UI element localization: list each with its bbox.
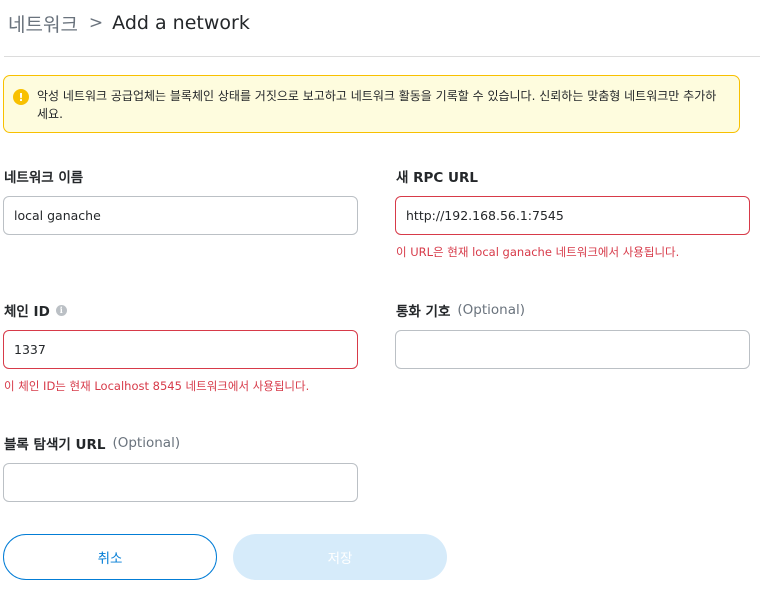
chain-id-label-text: 체인 ID [4,304,50,320]
chain-id-value: 1337 [14,342,46,357]
page-title: Add a network [112,12,250,34]
save-button-label: 저장 [327,551,353,567]
cancel-button-label: 취소 [97,551,123,567]
cancel-button[interactable]: 취소 [3,534,217,580]
optional-tag: (Optional) [112,435,181,451]
chain-id-input[interactable]: 1337 [3,330,358,369]
network-name-input[interactable]: local ganache [3,196,358,235]
rpc-url-error: 이 URL은 현재 local ganache 네트워크에서 사용됩니다. [396,245,680,259]
currency-symbol-input[interactable] [395,330,750,369]
network-name-label: 네트워크 이름 [4,166,83,186]
rpc-url-label: 새 RPC URL [396,166,478,186]
currency-symbol-label-text: 통화 기호 [396,304,451,320]
block-explorer-input[interactable] [3,463,358,502]
breadcrumb: 네트워크 > Add a network [8,10,250,36]
rpc-url-input[interactable]: http://192.168.56.1:7545 [395,196,750,235]
chevron-right-icon: > [88,13,104,33]
info-icon[interactable]: i [55,304,67,316]
block-explorer-label-text: 블록 탐색기 URL [4,437,106,453]
warning-banner: ! 악성 네트워크 공급업체는 블록체인 상태를 거짓으로 보고하고 네트워크 … [3,75,740,133]
optional-tag: (Optional) [457,302,526,318]
warning-icon: ! [13,89,29,105]
block-explorer-label: 블록 탐색기 URL (Optional) [4,433,180,453]
header-divider [4,56,760,57]
network-name-value: local ganache [14,208,101,223]
rpc-url-value: http://192.168.56.1:7545 [406,208,564,223]
rpc-url-label-text: 새 RPC URL [396,170,478,186]
save-button[interactable]: 저장 [233,534,447,580]
warning-text: 악성 네트워크 공급업체는 블록체인 상태를 거짓으로 보고하고 네트워크 활동… [37,89,717,121]
breadcrumb-networks-link[interactable]: 네트워크 [8,10,78,37]
chain-id-error: 이 체인 ID는 현재 Localhost 8545 네트워크에서 사용됩니다. [4,379,310,393]
network-name-label-text: 네트워크 이름 [4,170,84,186]
chain-id-label: 체인 ID i [4,300,67,320]
currency-symbol-label: 통화 기호 (Optional) [396,300,525,320]
